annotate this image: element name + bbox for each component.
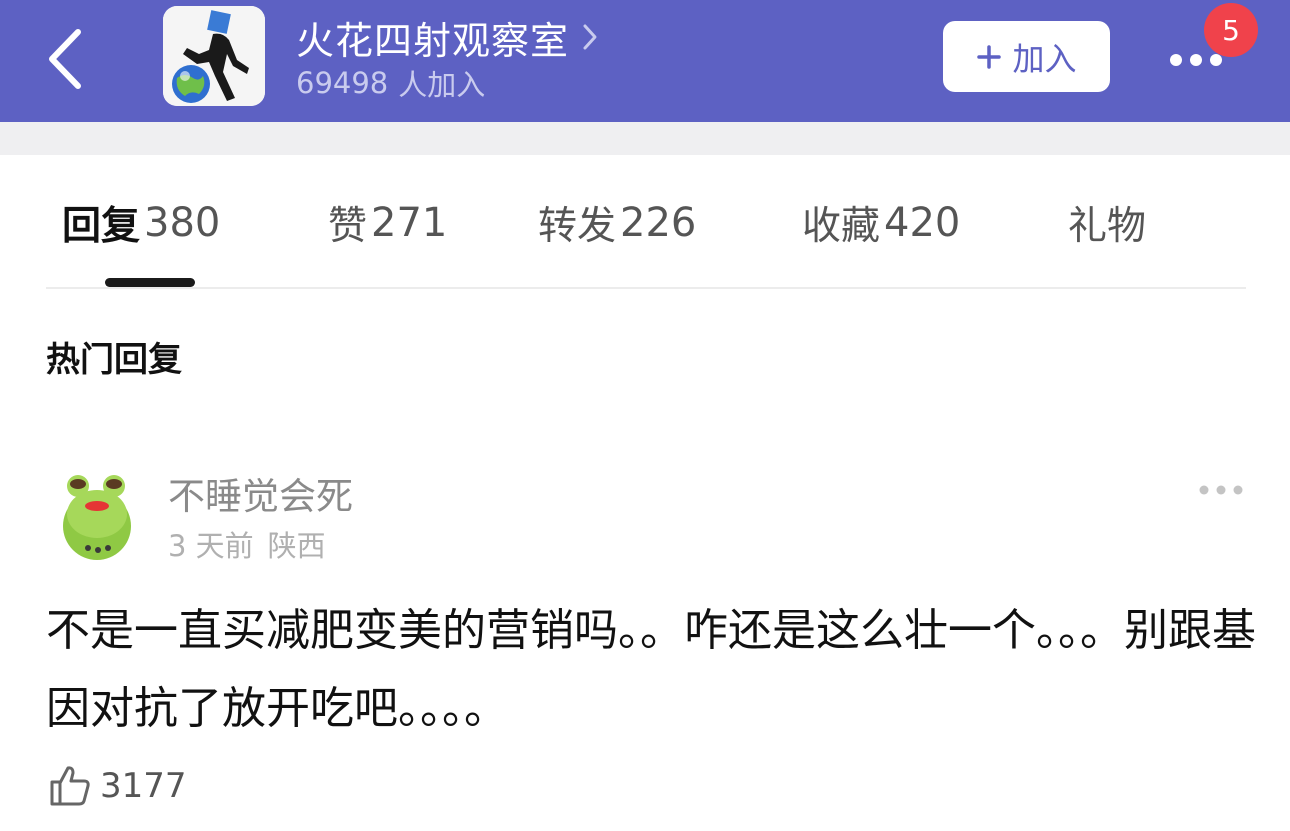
comment-more-button[interactable]	[1196, 478, 1246, 502]
chevron-left-icon	[49, 29, 81, 89]
tabs-divider	[46, 287, 1246, 289]
avatar[interactable]	[48, 462, 146, 562]
comment-text: 不是一直买减肥变美的营销吗。。咋还是这么壮一个。。。别跟基因对抗了放开吃吧。。。…	[46, 605, 1256, 734]
member-count-number: 69498	[296, 66, 389, 100]
tab-label: 礼物	[1068, 204, 1147, 249]
group-title-link[interactable]: 火花四射观察室	[296, 12, 599, 63]
group-logo-icon	[163, 6, 265, 106]
comment-time: 3 天前	[168, 529, 254, 563]
tab-label: 收藏	[802, 204, 881, 249]
tab-reposts[interactable]: 转发 226	[538, 195, 696, 251]
notification-badge: 5	[1204, 3, 1258, 57]
tab-count: 271	[371, 200, 448, 246]
tab-count: 420	[884, 200, 961, 246]
tab-count: 226	[620, 200, 697, 246]
member-count: 69498 人加入	[296, 64, 485, 102]
tab-count: 380	[144, 200, 221, 246]
chevron-right-icon	[583, 24, 597, 50]
group-avatar[interactable]	[163, 6, 265, 106]
tab-label: 赞	[328, 204, 368, 249]
comment-meta: 3 天前 陕西	[168, 523, 326, 565]
tab-favorites[interactable]: 收藏 420	[802, 195, 960, 251]
like-count: 3177	[100, 766, 187, 806]
tab-gifts[interactable]: 礼物	[1068, 195, 1146, 251]
comment-location: 陕西	[267, 529, 326, 563]
tab-label: 回复	[62, 204, 141, 249]
plus-icon	[977, 44, 1002, 69]
tab-label: 转发	[538, 204, 617, 249]
thumbs-up-icon	[50, 766, 90, 806]
comment-user-name[interactable]: 不睡觉会死	[168, 466, 353, 520]
frog-avatar-icon	[48, 462, 146, 562]
group-name: 火花四射观察室	[296, 18, 570, 63]
section-separator	[0, 122, 1290, 155]
join-button[interactable]: 加入	[943, 21, 1110, 92]
member-count-suffix: 人加入	[398, 68, 486, 102]
tab-likes[interactable]: 赞 271	[328, 195, 447, 251]
group-header: 火花四射观察室 69498 人加入 加入 5	[0, 0, 1290, 122]
tab-replies[interactable]: 回复 380	[62, 195, 220, 251]
join-label: 加入	[1012, 39, 1077, 78]
more-dots-icon	[1199, 485, 1243, 495]
like-button[interactable]: 3177	[46, 758, 187, 814]
back-button[interactable]	[38, 24, 98, 94]
hot-replies-title: 热门回复	[46, 340, 182, 380]
active-tab-indicator	[105, 278, 195, 287]
